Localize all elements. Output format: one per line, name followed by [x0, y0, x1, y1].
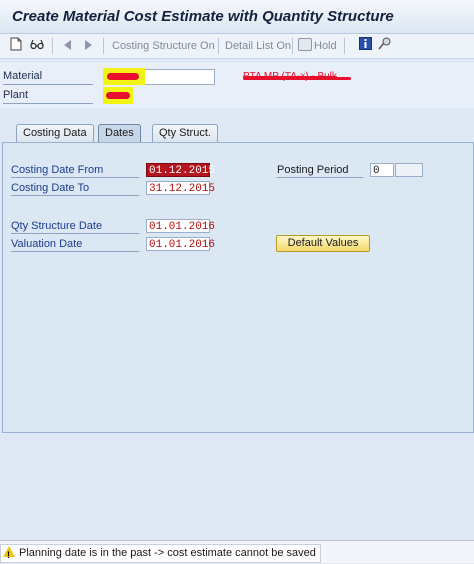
costing-date-to-label: Costing Date To	[11, 181, 139, 196]
application-toolbar: Costing Structure On Detail List On Hold	[0, 34, 474, 59]
help-icon[interactable]	[377, 37, 393, 55]
posting-year-input[interactable]	[395, 163, 423, 177]
hold-button[interactable]: Hold	[298, 37, 337, 55]
toolbar-separator	[344, 38, 345, 54]
costing-date-from-input[interactable]: 01.12.2015	[146, 163, 215, 177]
qty-structure-date-label: Qty Structure Date	[11, 219, 139, 234]
tab-qty-struct[interactable]: Qty Struct.	[152, 124, 218, 142]
material-label: Material	[3, 69, 93, 85]
title-bar: Create Material Cost Estimate with Quant…	[0, 0, 474, 34]
tab-strip: Costing Data Dates Qty Struct.	[0, 124, 474, 142]
toolbar-separator	[292, 38, 293, 54]
costing-structure-on-button[interactable]: Costing Structure On	[112, 37, 215, 55]
triangle-right-icon[interactable]	[80, 37, 96, 55]
new-document-icon[interactable]	[8, 37, 24, 55]
tab-costing-data[interactable]: Costing Data	[16, 124, 94, 142]
toolbar-separator	[52, 38, 53, 54]
posting-period-input[interactable]: 0	[370, 163, 394, 177]
redaction-scribble	[106, 92, 130, 99]
toolbar-separator	[218, 38, 219, 54]
window-title: Create Material Cost Estimate with Quant…	[12, 8, 394, 25]
status-message[interactable]: Planning date is in the past -> cost est…	[0, 544, 321, 564]
info-icon[interactable]	[357, 37, 373, 55]
valuation-date-input[interactable]: 01.01.2016	[146, 237, 215, 251]
status-bar: Planning date is in the past -> cost est…	[0, 540, 474, 564]
display-icon[interactable]	[29, 37, 45, 55]
triangle-left-icon[interactable]	[60, 37, 76, 55]
plant-label: Plant	[3, 88, 93, 104]
qty-structure-date-input[interactable]: 01.01.2016	[146, 219, 215, 233]
costing-date-from-label: Costing Date From	[11, 163, 139, 178]
hold-icon	[298, 38, 312, 51]
tab-dates[interactable]: Dates	[98, 124, 141, 142]
dates-tab-panel: Costing Date From 01.12.2015 Costing Dat…	[2, 142, 474, 433]
costing-date-to-input[interactable]: 31.12.2015	[146, 181, 215, 195]
valuation-date-label: Valuation Date	[11, 237, 139, 252]
detail-list-on-button[interactable]: Detail List On	[225, 37, 291, 55]
header-area: Material PTA MP (TA-x) - Bulk Plant	[0, 63, 474, 108]
hold-label: Hold	[314, 40, 337, 52]
default-values-button[interactable]: Default Values	[276, 235, 370, 252]
status-message-text: Planning date is in the past -> cost est…	[19, 547, 316, 559]
redaction-strike-line	[243, 77, 351, 80]
redaction-scribble	[107, 73, 139, 80]
posting-period-label: Posting Period	[277, 163, 363, 178]
toolbar-separator	[103, 38, 104, 54]
warning-icon	[3, 546, 15, 564]
